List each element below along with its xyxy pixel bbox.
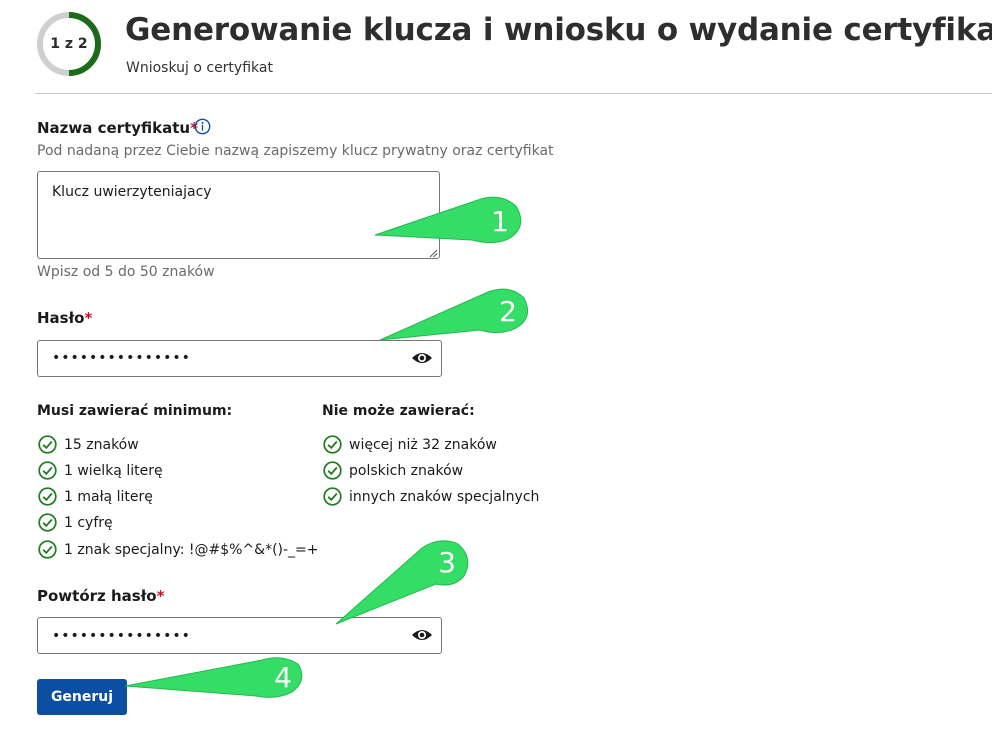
required-mark: * xyxy=(84,309,93,327)
check-circle-icon xyxy=(323,461,342,480)
check-circle-icon xyxy=(38,487,57,506)
restriction-item: innych znaków specjalnych xyxy=(349,489,540,505)
requirements-mustnot-heading: Nie może zawierać: xyxy=(322,403,475,419)
check-circle-icon xyxy=(38,435,57,454)
callout-number: 2 xyxy=(499,295,517,328)
show-password-repeat-eye-icon[interactable] xyxy=(411,628,433,642)
requirement-item: 1 małą literę xyxy=(64,489,153,505)
requirement-item: 15 znaków xyxy=(64,437,139,453)
requirement-item: 1 znak specjalny: !@#$%^&*()-_=+ xyxy=(64,542,319,558)
password-label: Hasło* xyxy=(37,309,92,327)
password-value: ••••••••••••••• xyxy=(52,350,191,366)
required-mark: * xyxy=(156,587,165,605)
header-divider xyxy=(35,93,992,94)
cert-name-label: Nazwa certyfikatu* xyxy=(37,119,198,137)
callout-number: 1 xyxy=(491,205,509,238)
cert-name-label-text: Nazwa certyfikatu xyxy=(37,119,191,137)
password-label-text: Hasło xyxy=(37,309,85,327)
restriction-item: polskich znaków xyxy=(349,463,464,479)
password-repeat-label-text: Powtórz hasło xyxy=(37,587,157,605)
requirement-item: 1 cyfrę xyxy=(64,515,113,531)
cert-name-description: Pod nadaną przez Ciebie nazwą zapiszemy … xyxy=(37,143,554,159)
check-circle-icon xyxy=(323,487,342,506)
resize-grip-icon[interactable] xyxy=(428,248,438,258)
password-repeat-value: ••••••••••••••• xyxy=(52,628,191,644)
check-circle-icon xyxy=(38,513,57,532)
info-icon[interactable] xyxy=(194,118,211,135)
page-title: Generowanie klucza i wniosku o wydanie c… xyxy=(125,12,992,48)
generate-button[interactable]: Generuj xyxy=(37,679,127,715)
cert-name-hint: Wpisz od 5 do 50 znaków xyxy=(37,264,215,280)
callout-4: 4 xyxy=(124,657,303,698)
requirement-item: 1 wielką literę xyxy=(64,463,163,479)
callout-2: 2 xyxy=(379,288,529,341)
show-password-eye-icon[interactable] xyxy=(411,351,433,365)
restriction-item: więcej niż 32 znaków xyxy=(349,437,497,453)
cert-name-textarea[interactable]: Klucz uwierzyteniajacy xyxy=(37,171,440,259)
step-indicator: 1 z 2 xyxy=(50,36,88,52)
callout-3: 3 xyxy=(335,540,469,625)
page-subtitle: Wnioskuj o certyfikat xyxy=(126,60,273,76)
password-repeat-label: Powtórz hasło* xyxy=(37,587,164,605)
requirements-must-heading: Musi zawierać minimum: xyxy=(37,403,233,419)
check-circle-icon xyxy=(38,461,57,480)
callout-number: 4 xyxy=(274,661,292,694)
check-circle-icon xyxy=(323,435,342,454)
callout-number: 3 xyxy=(438,546,456,579)
check-circle-icon xyxy=(38,540,57,559)
